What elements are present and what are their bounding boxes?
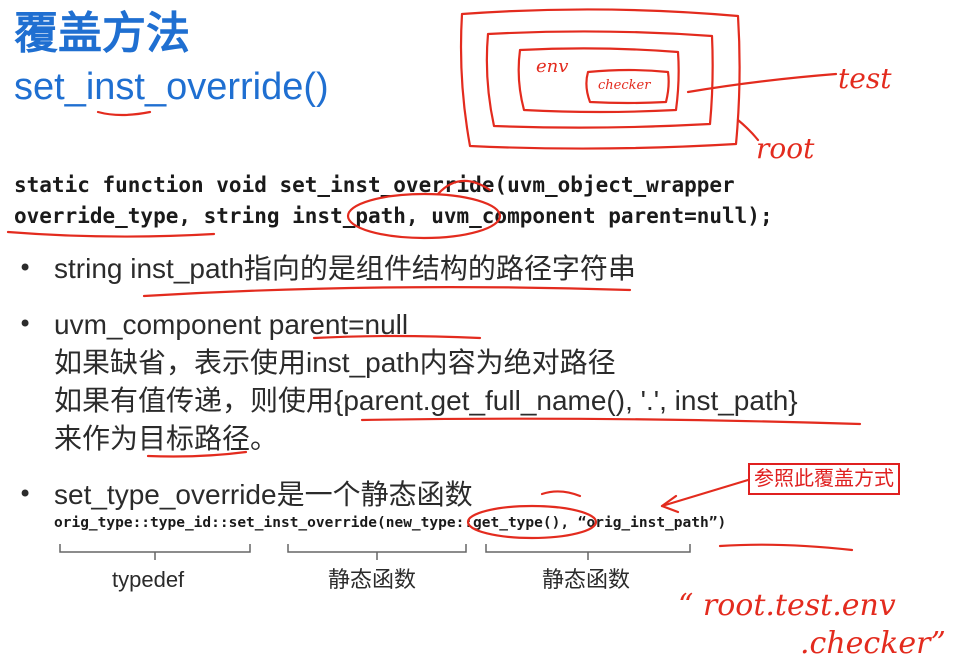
handwritten-env: env	[536, 56, 569, 77]
root-pointer	[736, 118, 760, 142]
handwritten-test: test	[838, 62, 892, 95]
handwritten-path-line-1: “ root.test.env	[678, 588, 896, 623]
handwritten-annotations	[6, 8, 862, 560]
test-pointer	[686, 72, 838, 94]
underline-b1	[142, 285, 632, 298]
circle-inst-path	[346, 192, 502, 240]
underline-override-type	[6, 230, 216, 238]
underline-full-name	[360, 417, 862, 426]
bracket-typedef	[59, 544, 251, 560]
bracket-static-2	[485, 544, 691, 560]
handwritten-path-line-2: .checker”	[800, 626, 946, 661]
bracket-static-1	[287, 544, 467, 560]
circle-new-type	[466, 504, 598, 540]
handwritten-checker: checker	[598, 78, 651, 93]
underline-parent	[312, 334, 482, 340]
underline-target	[146, 450, 248, 458]
handwritten-root: root	[756, 132, 815, 165]
arrow-inst-path	[436, 179, 492, 196]
note-arrow	[660, 478, 750, 508]
underline-orig-path	[718, 543, 854, 552]
underline-static	[540, 490, 582, 498]
underline-inst	[96, 110, 152, 117]
